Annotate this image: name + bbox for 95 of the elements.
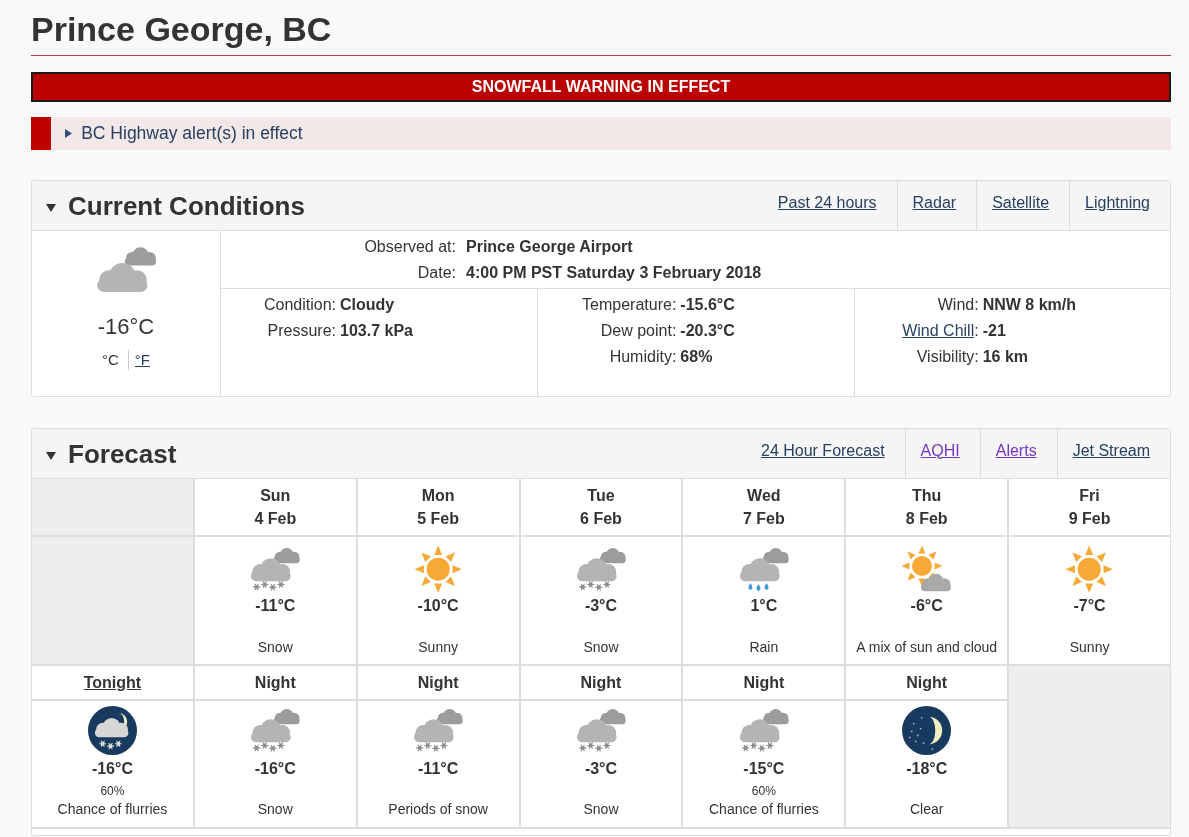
- forecast-condition: Snow: [257, 638, 293, 656]
- day-name: Wed: [747, 486, 781, 506]
- period-label: Night: [417, 673, 459, 692]
- current-temperature: -16°C: [97, 314, 155, 341]
- caret-icon[interactable]: [46, 451, 56, 460]
- forecast-temperature: -3°C: [584, 759, 618, 779]
- forecast-temperature: -7°C: [1073, 596, 1106, 616]
- field-value: 103.7 kPa: [340, 321, 413, 341]
- field-value: 4:00 PM PST Saturday 3 February 2018: [466, 263, 762, 283]
- forecast-condition: Snow: [257, 800, 293, 818]
- period-label: Night: [580, 673, 622, 692]
- snow-cloud-icon: [250, 707, 301, 753]
- forecast-temperature: -10°C: [417, 596, 459, 616]
- moon-snow-icon: [87, 705, 137, 755]
- sun-cloud-icon: [901, 545, 953, 593]
- field-value: -20.3°C: [680, 321, 735, 341]
- precip-chance: 60%: [751, 784, 776, 798]
- header-link[interactable]: Lightning: [1085, 193, 1150, 212]
- day-name: Sun: [260, 486, 291, 506]
- day-date: 9 Feb: [1068, 509, 1111, 529]
- forecast-condition: Sunny: [1069, 638, 1110, 656]
- caret-icon[interactable]: [46, 203, 56, 212]
- highway-alert-toggle[interactable]: BC Highway alert(s) in effect: [31, 117, 1171, 150]
- forecast-temperature: -18°C: [906, 759, 948, 779]
- day-name: Mon: [421, 486, 455, 506]
- forecast-condition: Snow: [583, 800, 619, 818]
- field-label: Pressure:: [266, 321, 336, 341]
- unit-link[interactable]: °F: [134, 351, 150, 369]
- header-link[interactable]: Radar: [912, 193, 957, 212]
- field-value: Prince George Airport: [466, 237, 633, 257]
- header-link[interactable]: Jet Stream: [1072, 441, 1150, 460]
- forecast-temperature: -11°C: [255, 596, 296, 616]
- forecast-temperature: -6°C: [910, 596, 943, 616]
- snow-cloud-icon: [575, 707, 627, 753]
- precip-chance: 60%: [100, 784, 125, 798]
- header-link[interactable]: 24 Hour Forecast: [761, 441, 885, 460]
- day-name: Thu: [912, 486, 942, 506]
- day-name: Tue: [587, 486, 615, 506]
- header-link[interactable]: AQHI: [920, 441, 960, 460]
- field-label: Wind Chill:: [901, 321, 979, 341]
- header-link[interactable]: Alerts: [995, 441, 1037, 460]
- field-value: Cloudy: [340, 295, 395, 315]
- field-label: Date:: [416, 263, 457, 283]
- forecast-temperature: -3°C: [584, 596, 618, 616]
- forecast-condition: Chance of flurries: [57, 800, 168, 818]
- field-label: Observed at:: [363, 237, 457, 257]
- section-title: Current Conditions: [68, 190, 305, 221]
- field-label: Visibility:: [915, 347, 979, 367]
- day-date: 7 Feb: [742, 509, 785, 529]
- field-value: 68%: [680, 347, 713, 367]
- field-value: 16 km: [982, 347, 1029, 367]
- period-label: Night: [906, 673, 948, 692]
- day-date: 6 Feb: [580, 509, 622, 529]
- snow-cloud-icon: [738, 707, 789, 753]
- forecast-temperature: 1°C: [750, 596, 778, 616]
- forecast-condition: Sunny: [418, 638, 458, 656]
- header-link[interactable]: Past 24 hours: [777, 193, 877, 212]
- forecast-temperature: -16°C: [91, 759, 133, 779]
- forecast-temperature: -16°C: [254, 759, 296, 779]
- snow-cloud-icon: [250, 546, 301, 592]
- sun-icon: [413, 544, 463, 594]
- sun-icon: [1065, 544, 1114, 594]
- forecast-condition: Clear: [909, 800, 944, 818]
- field-value: -21: [982, 321, 1006, 341]
- forecast-temperature: -15°C: [743, 759, 785, 779]
- day-date: 8 Feb: [905, 509, 948, 529]
- day-name: Fri: [1079, 486, 1100, 506]
- field-label: Condition:: [262, 295, 336, 315]
- forecast-temperature: -11°C: [418, 759, 459, 779]
- snow-cloud-icon: [575, 546, 627, 592]
- warning-banner[interactable]: SNOWFALL WARNING IN EFFECT: [31, 72, 1171, 102]
- cloud-icon: [95, 246, 157, 294]
- moon-icon: [902, 705, 952, 755]
- period-label: Night: [254, 673, 296, 692]
- header-link[interactable]: Satellite: [992, 193, 1050, 212]
- rain-cloud-icon: [738, 546, 789, 592]
- unit-label: °C: [102, 350, 119, 371]
- day-date: 5 Feb: [417, 509, 460, 529]
- forecast-condition: Rain: [749, 638, 779, 656]
- forecast-condition: Snow: [583, 638, 619, 656]
- snow-cloud-icon: [412, 707, 464, 753]
- field-value: NNW 8 km/h: [982, 295, 1076, 315]
- forecast-condition: A mix of sun and cloud: [856, 638, 998, 656]
- field-label: Wind:: [936, 295, 979, 315]
- field-label: Dew point:: [599, 321, 677, 341]
- field-label: Temperature:: [581, 295, 677, 315]
- day-date: 4 Feb: [254, 509, 297, 529]
- field-value: -15.6°C: [680, 295, 735, 315]
- section-title: Forecast: [68, 438, 177, 469]
- page-title: Prince George, BC: [31, 9, 333, 50]
- field-label: Humidity:: [608, 347, 677, 367]
- field-link[interactable]: Wind Chill: [902, 322, 975, 339]
- period-label: Night: [743, 673, 785, 692]
- forecast-condition: Periods of snow: [388, 800, 488, 818]
- forecast-condition: Chance of flurries: [709, 800, 819, 818]
